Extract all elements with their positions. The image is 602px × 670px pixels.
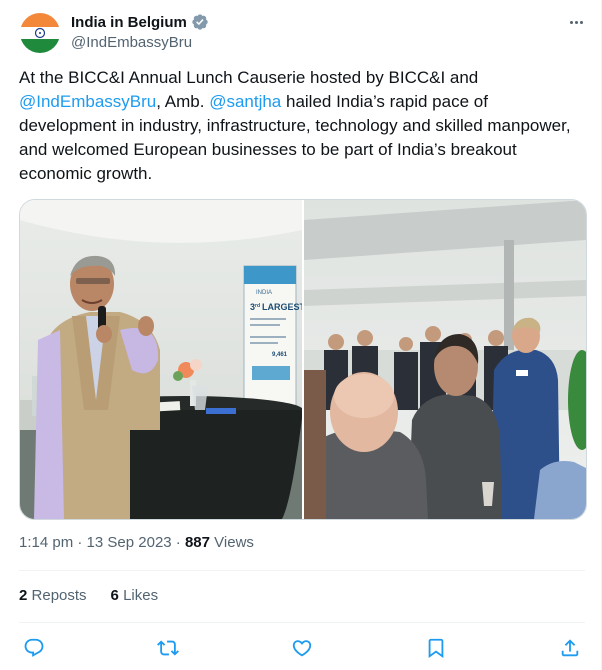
dot (574, 20, 578, 24)
like-button[interactable] (286, 632, 318, 664)
tweet-text-part: At the BICC&I Annual Lunch Causerie host… (19, 68, 479, 87)
tweet-date[interactable]: 13 Sep 2023 (87, 534, 172, 551)
photo-speaker[interactable]: INDIA 3rd LARGEST 9,461 (20, 200, 302, 519)
photo-audience[interactable] (304, 200, 586, 519)
likes-count: 6 (110, 587, 119, 604)
reply-icon (24, 638, 44, 657)
avatar[interactable] (20, 13, 60, 53)
account-handle[interactable]: @IndEmbassyBru (71, 34, 192, 51)
meta-separator: · (175, 534, 181, 551)
india-flag-avatar (20, 13, 60, 53)
banner-line1: INDIA (256, 290, 272, 296)
tweet-text: At the BICC&I Annual Lunch Causerie host… (19, 66, 579, 186)
views-count: 887 (184, 534, 210, 551)
likes-label: Likes (123, 587, 159, 604)
tweet-text-part: , Amb. (156, 92, 210, 111)
tweet-card: India in Belgium @IndEmbassyBru At the B… (0, 0, 602, 670)
bookmark-button[interactable] (420, 632, 452, 664)
share-button[interactable] (554, 632, 586, 664)
engagement-stats: 2 Reposts 6 Likes (19, 587, 158, 604)
banner-number: 9,461 (272, 352, 288, 358)
dot (579, 20, 583, 24)
verified-badge-icon (192, 14, 208, 30)
reposts-label: Reposts (31, 587, 87, 604)
repost-button[interactable] (152, 632, 184, 664)
tweet-meta: 1:14 pm · 13 Sep 2023 · 887 Views (19, 534, 254, 551)
more-options-icon[interactable] (566, 12, 586, 32)
heart-icon (292, 640, 312, 657)
action-bar (0, 632, 602, 664)
share-icon (561, 639, 579, 657)
audience-photo-illustration (304, 200, 586, 519)
dot (569, 20, 573, 24)
reply-button[interactable] (18, 632, 50, 664)
mention-link[interactable]: @IndEmbassyBru (19, 92, 156, 111)
display-name-text[interactable]: India in Belgium (71, 14, 187, 31)
reposts-stat[interactable]: 2 Reposts (19, 587, 87, 604)
mention-link[interactable]: @santjha (209, 92, 281, 111)
repost-icon (157, 640, 179, 656)
tweet-time[interactable]: 1:14 pm (19, 534, 73, 551)
reposts-count: 2 (19, 587, 28, 604)
media-gallery: INDIA 3rd LARGEST 9,461 (19, 199, 587, 520)
divider (19, 570, 585, 571)
divider (19, 622, 585, 623)
bookmark-icon (428, 638, 444, 659)
speaker-photo-illustration: INDIA 3rd LARGEST 9,461 (20, 200, 302, 519)
display-name[interactable]: India in Belgium (71, 13, 209, 31)
meta-separator: · (77, 534, 83, 551)
likes-stat[interactable]: 6 Likes (111, 587, 159, 604)
views-label: Views (214, 534, 254, 551)
